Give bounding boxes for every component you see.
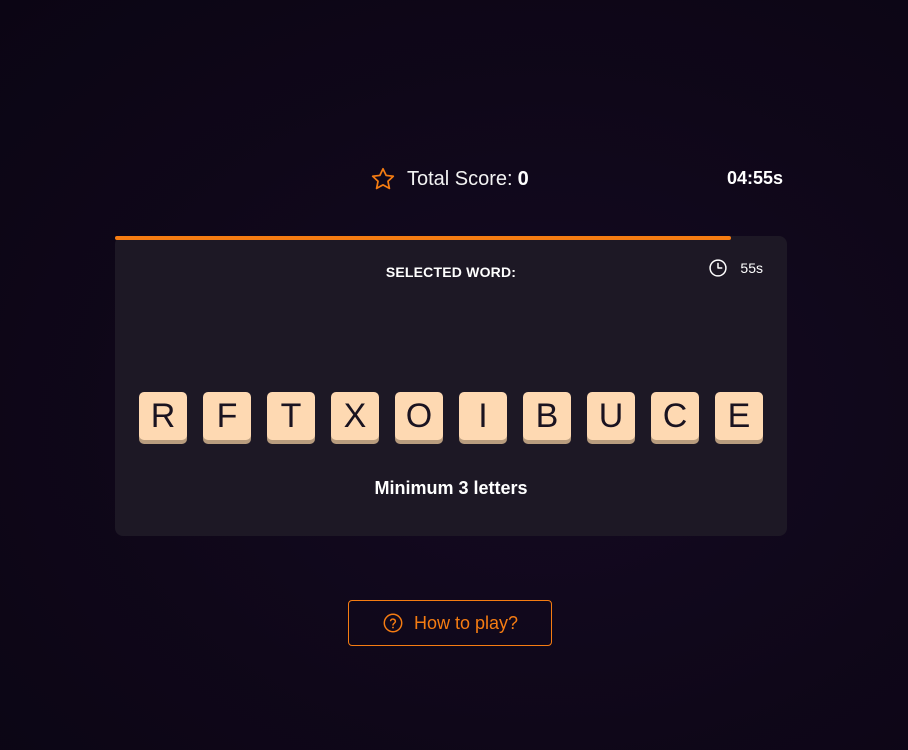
minimum-letters-hint: Minimum 3 letters	[374, 478, 528, 498]
question-circle-icon	[382, 612, 404, 634]
round-progress-fill	[115, 236, 732, 240]
score-label: Total Score:	[407, 167, 513, 190]
round-progress-bar	[115, 236, 787, 240]
letter-tile[interactable]: E	[715, 392, 763, 440]
letter-tile[interactable]: C	[651, 392, 699, 440]
letter-tiles: RFTXOIBUCE	[139, 392, 763, 440]
letter-tile[interactable]: R	[139, 392, 187, 440]
total-timer: 04:55s	[726, 168, 783, 188]
selected-word-label: SELECTED WORD:	[385, 264, 517, 280]
how-to-play-label: How to play?	[413, 612, 519, 633]
score-header: Total Score: 0 04:55s	[115, 160, 787, 196]
star-icon	[370, 166, 396, 192]
round-time-left: 55s	[740, 260, 763, 276]
letter-tile[interactable]: U	[587, 392, 635, 440]
word-panel: SELECTED WORD: 55s RFTXOIBUCE Minimum 3 …	[115, 236, 787, 536]
letter-tile[interactable]: B	[523, 392, 571, 440]
letter-tile[interactable]: O	[395, 392, 443, 440]
total-score: Total Score: 0	[370, 166, 529, 192]
how-to-play-button[interactable]: How to play?	[348, 600, 552, 646]
letter-tile[interactable]: F	[203, 392, 251, 440]
letter-tile[interactable]: T	[267, 392, 315, 440]
clock-icon	[708, 258, 728, 278]
letter-tile[interactable]: I	[459, 392, 507, 440]
round-timer: 55s	[708, 258, 763, 278]
letter-tile[interactable]: X	[331, 392, 379, 440]
score-value: 0	[517, 167, 529, 190]
